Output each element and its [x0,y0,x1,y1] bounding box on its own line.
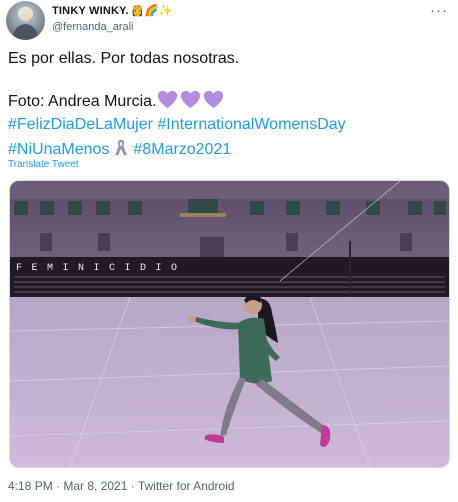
more-icon[interactable]: ··· [430,2,448,19]
hashtag-link[interactable]: #FelizDiaDeLaMujer [8,116,153,133]
hashtag-link[interactable]: #8Marzo2021 [133,141,231,158]
hashtag-link[interactable]: #InternationalWomensDay [157,116,345,133]
display-name-text: TINKY WINKY. [52,5,129,17]
purple-heart-icon [180,90,201,109]
translate-tweet-link[interactable]: Translate Tweet [8,159,79,170]
tweet-photo[interactable]: FEMINICIDIO [9,180,450,468]
display-name[interactable]: TINKY WINKY. 👸🌈✨ [52,4,172,17]
purple-heart-icon [203,90,224,109]
photo-credit-text: Foto: Andrea Murcia. [8,93,157,110]
tweet-text-line-2: Foto: Andrea Murcia. [8,90,226,113]
tweet-text-line-3: #FelizDiaDeLaMujer #InternationalWomensD… [8,114,346,136]
user-handle[interactable]: @fernanda_arali [52,21,134,33]
ribbon-icon [113,138,129,157]
hashtag-link[interactable]: #NiUnaMenos [8,141,109,158]
display-name-emojis: 👸🌈✨ [130,5,173,17]
fence-sign-text: FEMINICIDIO [16,263,187,274]
purple-heart-icon [157,90,178,109]
tweet-text-line-4: #NiUnaMenos #8Marzo2021 [8,138,231,161]
tweet-text-line-1: Es por ellas. Por todas nosotras. [8,50,240,67]
tweet-timestamp[interactable]: 4:18 PM · Mar 8, 2021 · Twitter for Andr… [8,479,235,493]
avatar[interactable] [6,1,45,40]
